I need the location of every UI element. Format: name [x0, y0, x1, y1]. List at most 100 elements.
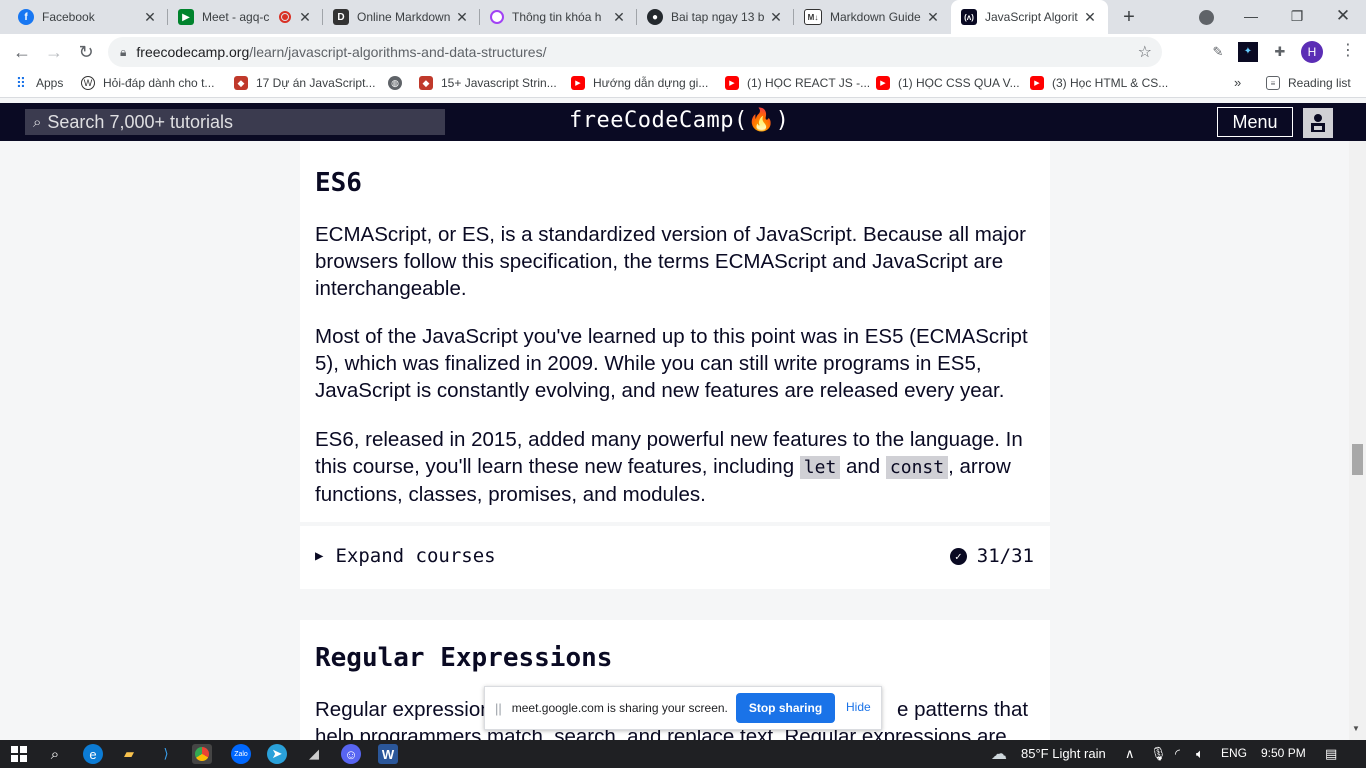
user-avatar[interactable] [1303, 108, 1333, 138]
profile-avatar[interactable]: H [1301, 41, 1323, 63]
tab-facebook[interactable]: f Facebook ✕ [8, 0, 168, 34]
scroll-down-arrow-icon[interactable]: ▼ [1352, 724, 1360, 733]
drag-handle-icon[interactable]: || [495, 701, 502, 716]
restore-button[interactable]: ❐ [1274, 0, 1320, 34]
url-path: /learn/javascript-algorithms-and-data-st… [249, 44, 547, 60]
vscode-icon[interactable]: ⟩ [156, 744, 176, 764]
bookmark-hoc-html[interactable]: ▶ (3) Học HTML & CS... [1030, 76, 1168, 90]
input-language[interactable]: ENG [1221, 746, 1247, 760]
youtube-icon: ▶ [725, 76, 739, 90]
weather-text[interactable]: 85°F Light rain [1021, 746, 1106, 761]
bookmark-15-javascript[interactable]: ◆ 15+ Javascript Strin... [419, 76, 557, 90]
close-tab-icon[interactable]: ✕ [768, 9, 784, 26]
windows-start-icon[interactable] [9, 744, 29, 764]
recording-indicator-icon [279, 11, 291, 23]
notifications-icon[interactable]: ▤ [1325, 746, 1337, 762]
youtube-icon: ▶ [571, 76, 585, 90]
fcc-logo[interactable]: freeCodeCamp(🔥) [569, 108, 789, 133]
close-tab-icon[interactable]: ✕ [454, 9, 470, 26]
bookmarks-bar: ⠿ Apps W Hỏi-đáp dành cho t... ◆ 17 Dự á… [0, 70, 1366, 98]
bookmark-hoc-css[interactable]: ▶ (1) HỌC CSS QUA V... [876, 76, 1020, 90]
show-hidden-icons-icon[interactable]: ∧ [1125, 746, 1135, 762]
tab-online-markdown[interactable]: D Online Markdown ✕ [323, 0, 480, 34]
bookmark-label: (1) HỌC CSS QUA V... [898, 76, 1020, 90]
bookmark-star-icon[interactable]: ☆ [1138, 42, 1152, 62]
github-icon: ● [647, 9, 663, 25]
address-bar[interactable]: 🔒︎ freecodecamp.org/learn/javascript-alg… [108, 37, 1162, 67]
tab-search-icon[interactable] [1199, 10, 1214, 25]
expand-courses-button[interactable]: ▶ Expand courses [315, 545, 496, 567]
bookmark-hoi-dap[interactable]: W Hỏi-đáp dành cho t... [81, 76, 214, 90]
tab-title: Thông tin khóa h [512, 10, 602, 24]
close-tab-icon[interactable]: ✕ [142, 9, 158, 26]
word-icon[interactable]: W [378, 744, 398, 764]
lock-icon: 🔒︎ [120, 44, 127, 59]
more-bookmarks-button[interactable]: » [1234, 75, 1241, 90]
reading-list-button[interactable]: ≡ Reading list [1266, 76, 1351, 90]
close-window-button[interactable]: ✕ [1320, 0, 1366, 34]
extension-tools-icon[interactable]: ✎ [1208, 42, 1228, 62]
es6-paragraph-2: Most of the JavaScript you've learned up… [315, 325, 1028, 402]
volume-icon[interactable]: 🔈︎ [1196, 746, 1204, 762]
text: Regular expression [315, 698, 492, 721]
tab-title: JavaScript Algorit [985, 10, 1078, 24]
search-icon[interactable]: ⌕ [45, 744, 65, 764]
clock[interactable]: 9:50 PM [1261, 746, 1306, 760]
wifi-icon[interactable]: ◜ [1175, 746, 1180, 762]
caret-right-icon: ▶ [315, 548, 324, 564]
youtube-icon: ▶ [876, 76, 890, 90]
tab-google-meet[interactable]: ▶ Meet - agq-c ✕ [168, 0, 323, 34]
stop-sharing-button[interactable]: Stop sharing [736, 693, 835, 723]
minimize-button[interactable]: — [1228, 0, 1274, 34]
close-tab-icon[interactable]: ✕ [611, 9, 627, 26]
es6-paragraph-3: ES6, released in 2015, added many powerf… [315, 426, 1035, 508]
chrome-menu-icon[interactable]: ⋮ [1340, 40, 1356, 60]
page-scrollbar[interactable] [1349, 141, 1366, 740]
hide-banner-button[interactable]: Hide [846, 700, 871, 714]
file-explorer-icon[interactable]: ▰ [119, 744, 139, 764]
bookmark-globe[interactable]: ◍ [388, 76, 410, 90]
chrome-icon[interactable] [192, 744, 212, 764]
inline-code-const: const [885, 456, 949, 479]
freecodecamp-icon: (ʌ) [961, 9, 977, 25]
tab-course-info[interactable]: Thông tin khóa h ✕ [480, 0, 637, 34]
globe-icon: ◍ [388, 76, 402, 90]
google-meet-icon: ▶ [178, 9, 194, 25]
bookmark-huong-dan[interactable]: ▶ Hướng dẫn dựng gi... [571, 76, 708, 90]
speaker-app-icon[interactable]: ◢ [304, 744, 324, 764]
browser-tab-strip: f Facebook ✕ ▶ Meet - agq-c ✕ D Online M… [0, 0, 1366, 34]
edge-icon[interactable]: e [83, 744, 103, 764]
tab-title: Markdown Guide [830, 10, 921, 24]
microphone-icon[interactable]: 🎙︎ [1150, 746, 1167, 762]
menu-button[interactable]: Menu [1217, 107, 1293, 137]
back-button[interactable]: ← [10, 40, 34, 64]
scrollbar-thumb[interactable] [1352, 444, 1363, 475]
extensions-puzzle-icon[interactable]: ✚ [1270, 42, 1290, 62]
new-tab-button[interactable]: + [1117, 5, 1141, 29]
tab-javascript-algorithms[interactable]: (ʌ) JavaScript Algorit ✕ [951, 0, 1108, 34]
close-tab-icon[interactable]: ✕ [297, 9, 313, 26]
tab-github[interactable]: ● Bai tap ngay 13 b ✕ [637, 0, 794, 34]
close-tab-icon[interactable]: ✕ [1082, 9, 1098, 26]
tab-markdown-guide[interactable]: M↓ Markdown Guide ✕ [794, 0, 951, 34]
tab-title: Facebook [42, 10, 95, 24]
es6-courses-summary[interactable]: ▶ Expand courses ✓ 31/31 [300, 526, 1050, 589]
telegram-icon[interactable]: ➤ [267, 744, 287, 764]
es6-section: ES6 ECMAScript, or ES, is a standardized… [300, 141, 1050, 522]
es6-paragraph-1: ECMAScript, or ES, is a standardized ver… [315, 223, 1026, 300]
zalo-icon[interactable]: Zalo [231, 744, 251, 764]
bookmark-apps[interactable]: ⠿ Apps [14, 75, 64, 91]
close-tab-icon[interactable]: ✕ [925, 9, 941, 26]
browser-toolbar: ← → ↻ 🔒︎ freecodecamp.org/learn/javascri… [0, 34, 1366, 70]
facebook-icon: f [18, 9, 34, 25]
tutorial-search-input[interactable]: ⌕ Search 7,000+ tutorials [25, 109, 445, 135]
course-info-icon [490, 10, 504, 24]
forward-button[interactable]: → [42, 40, 66, 64]
discord-icon[interactable]: ☺ [341, 744, 361, 764]
reload-button[interactable]: ↻ [74, 40, 98, 64]
bookmark-17-du-an[interactable]: ◆ 17 Dự án JavaScript... [234, 76, 375, 90]
bookmark-hoc-react[interactable]: ▶ (1) HỌC REACT JS -... [725, 76, 870, 90]
reading-list-label: Reading list [1288, 76, 1351, 90]
extension-audio-icon[interactable]: ✦ [1238, 42, 1258, 62]
fcc-navbar: ⌕ Search 7,000+ tutorials freeCodeCamp(🔥… [0, 103, 1366, 141]
